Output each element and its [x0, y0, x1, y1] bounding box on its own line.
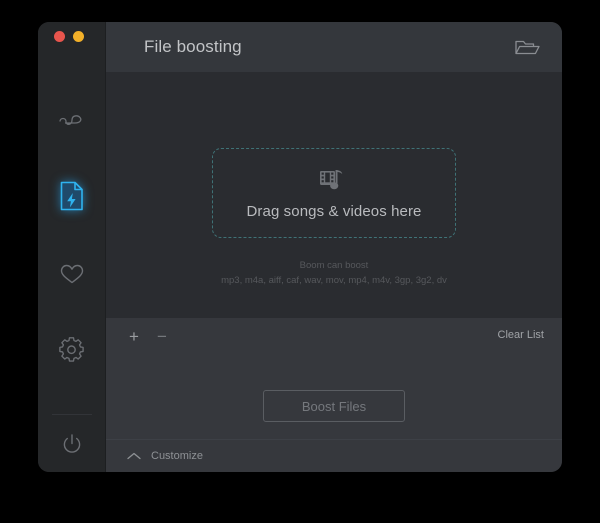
formats-list: mp3, m4a, aiff, caf, wav, mov, mp4, m4v,… — [221, 275, 447, 286]
traffic-lights — [54, 31, 84, 42]
gear-icon — [59, 337, 85, 363]
sidebar-divider — [52, 414, 92, 415]
header-bar: File boosting — [106, 22, 562, 72]
boost-files-button[interactable]: Boost Files — [263, 390, 405, 422]
film-music-icon — [318, 167, 350, 195]
app-window: File boosting Drag songs & videos here B… — [38, 22, 562, 472]
sidebar-item-settings[interactable] — [38, 324, 106, 376]
sidebar — [38, 22, 106, 472]
file-boost-icon — [59, 180, 85, 212]
minimize-window-button[interactable] — [73, 31, 84, 42]
main-content: Drag songs & videos here Boom can boost … — [106, 72, 562, 318]
formats-heading: Boom can boost — [299, 260, 369, 271]
list-toolbar: + − Clear List — [106, 318, 562, 354]
sidebar-item-favorites[interactable] — [38, 248, 106, 300]
add-file-button[interactable]: + — [124, 326, 144, 346]
remove-file-button[interactable]: − — [152, 326, 172, 346]
customize-bar[interactable]: Customize — [106, 439, 562, 472]
sidebar-item-file-boosting[interactable] — [38, 170, 106, 222]
heart-icon — [58, 262, 86, 286]
page-title: File boosting — [144, 37, 242, 56]
close-window-button[interactable] — [54, 31, 65, 42]
open-folder-icon — [514, 37, 540, 58]
file-list-panel: + − Clear List Boost Files Customize — [106, 318, 562, 472]
sidebar-item-power[interactable] — [38, 418, 106, 470]
file-dropzone[interactable]: Drag songs & videos here — [212, 148, 456, 238]
supported-formats: Boom can boost mp3, m4a, aiff, caf, wav,… — [106, 260, 562, 286]
power-icon — [60, 432, 84, 456]
customize-label: Customize — [151, 450, 203, 462]
wave-equalizer-icon — [57, 108, 87, 132]
clear-list-button[interactable]: Clear List — [498, 329, 544, 341]
chevron-up-icon — [126, 451, 142, 461]
dropzone-label: Drag songs & videos here — [246, 202, 422, 220]
open-folder-button[interactable] — [514, 36, 540, 58]
sidebar-item-equalizer[interactable] — [38, 94, 106, 146]
